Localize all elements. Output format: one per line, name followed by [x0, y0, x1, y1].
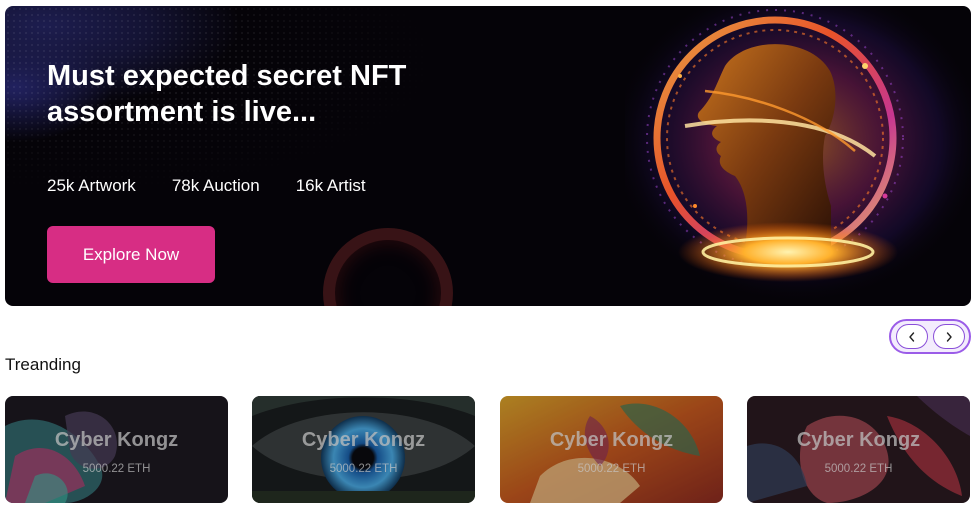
chevron-right-icon [946, 331, 952, 342]
carousel-prev-button[interactable] [895, 324, 928, 349]
hero-title: Must expected secret NFT assortment is l… [47, 60, 407, 128]
stat-auction: 78k Auction [171, 176, 260, 195]
explore-now-button[interactable]: Explore Now [47, 226, 215, 283]
ring-decoration [323, 228, 453, 306]
nft-card[interactable]: Cyber Kongz 5000.22 ETH [252, 396, 475, 503]
nft-card[interactable]: Cyber Kongz 5000.22 ETH [5, 396, 228, 503]
hero-banner: Must expected secret NFT assortment is l… [5, 6, 971, 306]
nft-card[interactable]: Cyber Kongz 5000.22 ETH [747, 396, 970, 503]
chevron-left-icon [908, 331, 914, 342]
nft-card-price: 5000.22 ETH [824, 463, 893, 475]
nft-card-title: Cyber Kongz [796, 429, 921, 451]
stat-artwork: 25k Artwork [47, 176, 136, 195]
trending-heading: Treanding [5, 355, 81, 374]
nft-card-price: 5000.22 ETH [329, 463, 398, 475]
hero-artwork-image [625, 6, 971, 306]
nft-card-title: Cyber Kongz [54, 429, 179, 451]
nft-card-title: Cyber Kongz [549, 429, 674, 451]
nft-card-price: 5000.22 ETH [577, 463, 646, 475]
nft-card-title: Cyber Kongz [301, 429, 426, 451]
nft-card[interactable]: Cyber Kongz 5000.22 ETH [500, 396, 723, 503]
nft-card-price: 5000.22 ETH [82, 463, 151, 475]
carousel-next-button[interactable] [932, 324, 965, 349]
hero-stats: 25k Artwork 78k Auction 16k Artist [47, 176, 366, 196]
trending-cards: Cyber Kongz 5000.22 ETH Cyber Kongz 5000… [5, 396, 971, 503]
carousel-controls [889, 319, 971, 354]
stat-artist: 16k Artist [295, 176, 366, 195]
